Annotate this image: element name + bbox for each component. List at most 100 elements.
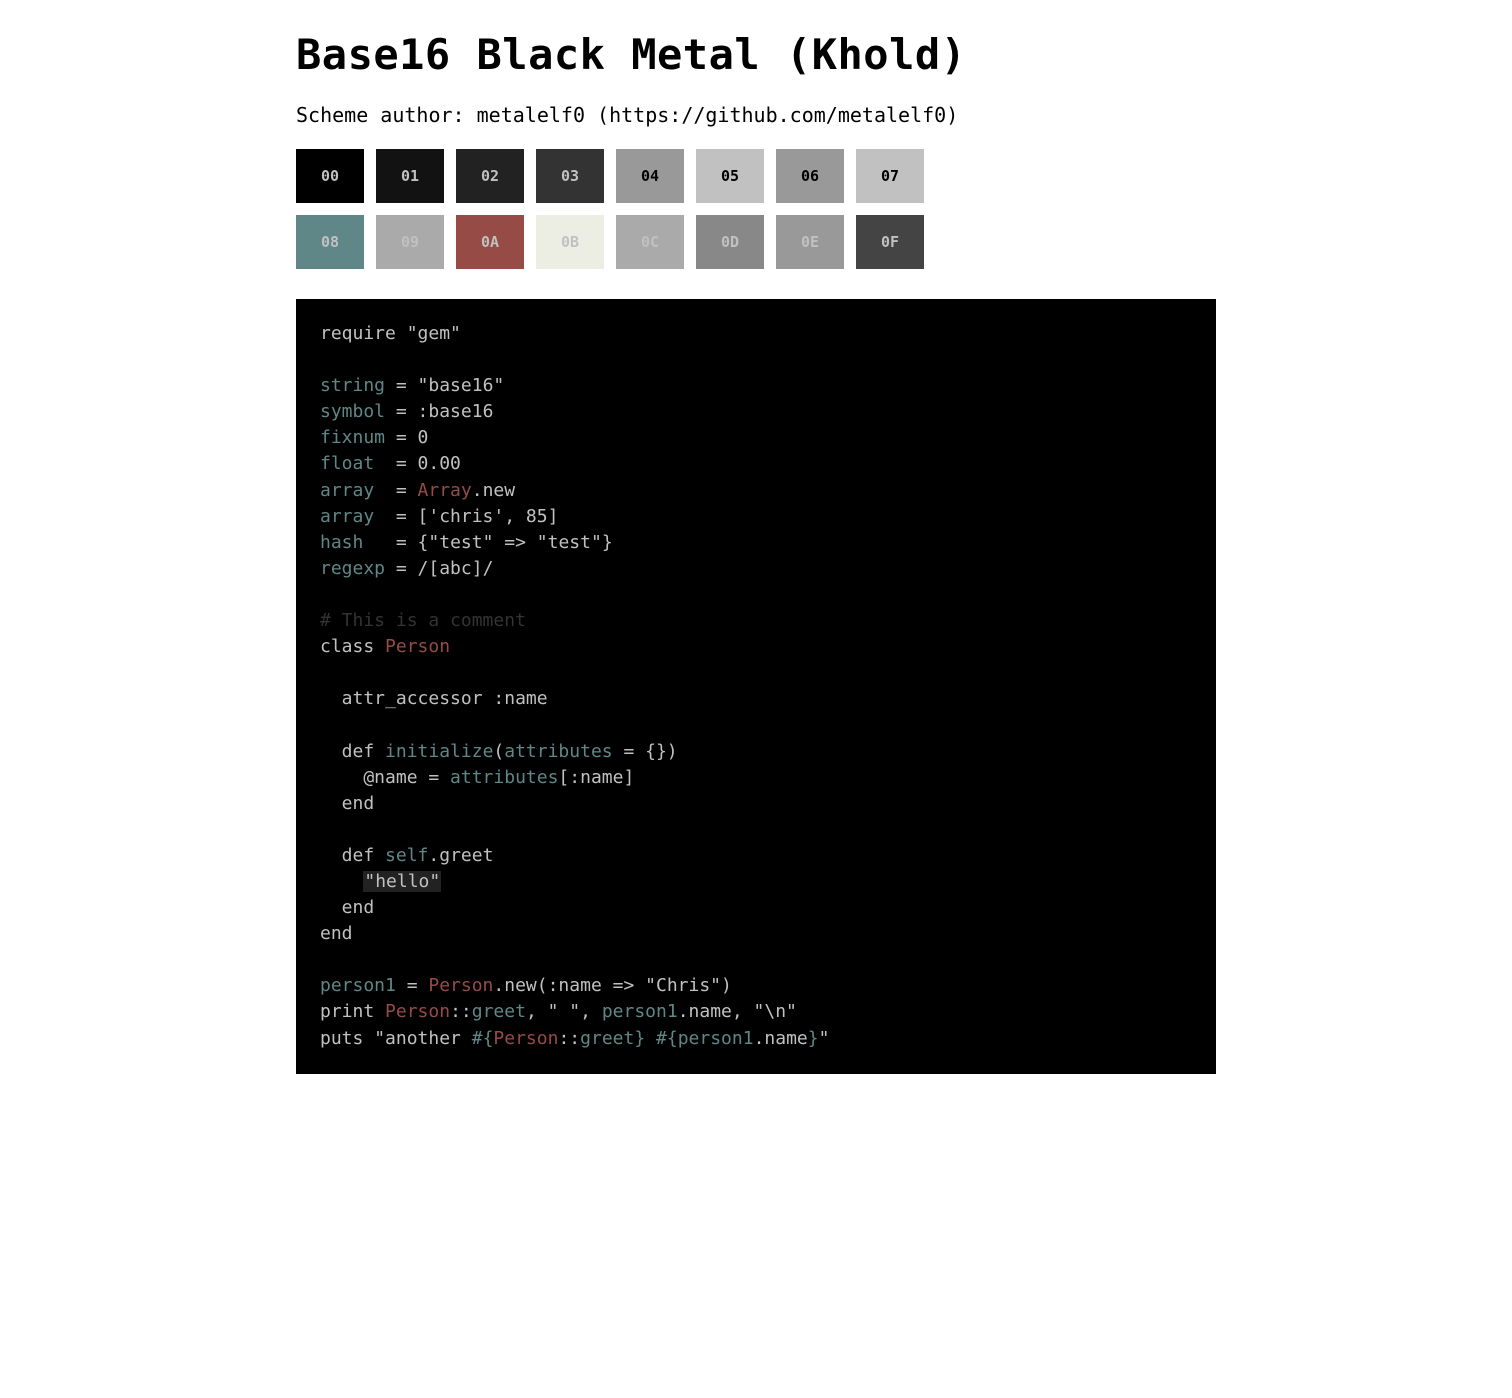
code-line: # This is a comment <box>320 608 1192 634</box>
code-token: Person <box>428 975 493 996</box>
code-token: attributes <box>450 767 558 788</box>
code-token: ] <box>548 506 559 527</box>
code-line <box>320 712 1192 738</box>
code-line: hash = {"test" => "test"} <box>320 530 1192 556</box>
swatch-0A: 0A <box>456 215 524 269</box>
code-token: initialize <box>385 741 493 762</box>
code-token: attr_accessor <box>320 688 493 709</box>
code-token: end <box>320 923 353 944</box>
code-token: fixnum <box>320 427 385 448</box>
code-token: string <box>320 375 385 396</box>
code-token: => <box>602 975 645 996</box>
code-line: @name = attributes[:name] <box>320 765 1192 791</box>
code-token: "gem" <box>407 323 461 344</box>
code-token <box>320 871 363 892</box>
code-token: = <box>385 558 418 579</box>
code-token: .name <box>754 1028 808 1049</box>
code-token: 85 <box>526 506 548 527</box>
swatch-0B: 0B <box>536 215 604 269</box>
code-line: end <box>320 921 1192 947</box>
code-line: class Person <box>320 634 1192 660</box>
code-token: :base16 <box>418 401 494 422</box>
code-token: = {}) <box>613 741 678 762</box>
code-token: require <box>320 323 407 344</box>
code-token: self <box>385 845 428 866</box>
code-token: end <box>320 897 374 918</box>
code-line: print Person::greet, " ", person1.name, … <box>320 999 1192 1025</box>
code-token: = <box>385 375 418 396</box>
swatch-01: 01 <box>376 149 444 203</box>
code-token: "test" <box>537 532 602 553</box>
code-token: Person <box>385 1001 450 1022</box>
code-token: /[abc]/ <box>418 558 494 579</box>
code-token: "Chris" <box>645 975 721 996</box>
code-token: [ <box>558 767 569 788</box>
code-token: Person <box>385 636 450 657</box>
code-token: # This is a comment <box>320 610 526 631</box>
code-token: " <box>819 1028 830 1049</box>
code-line: end <box>320 895 1192 921</box>
code-token: .greet <box>428 845 493 866</box>
code-token: .name, <box>678 1001 754 1022</box>
code-token: array <box>320 480 374 501</box>
scheme-author: Scheme author: metalelf0 (https://github… <box>296 103 1216 127</box>
code-line <box>320 660 1192 686</box>
code-token: puts <box>320 1028 374 1049</box>
code-line: def self.greet <box>320 843 1192 869</box>
code-token: #{ <box>656 1028 678 1049</box>
swatch-08: 08 <box>296 215 364 269</box>
code-line <box>320 947 1192 973</box>
code-token: array <box>320 506 374 527</box>
code-line: require "gem" <box>320 321 1192 347</box>
code-token: .new <box>472 480 515 501</box>
code-token: , <box>580 1001 602 1022</box>
swatch-04: 04 <box>616 149 684 203</box>
swatch-0E: 0E <box>776 215 844 269</box>
code-line: end <box>320 791 1192 817</box>
code-line: regexp = /[abc]/ <box>320 556 1192 582</box>
code-token: def <box>320 845 385 866</box>
code-line: puts "another #{Person::greet} #{person1… <box>320 1026 1192 1052</box>
code-token: = <box>385 401 418 422</box>
code-token: "hello" <box>363 871 441 892</box>
code-token: attributes <box>504 741 612 762</box>
code-token: #{ <box>472 1028 494 1049</box>
swatch-0F: 0F <box>856 215 924 269</box>
code-token: = [ <box>374 506 428 527</box>
code-token: ( <box>493 741 504 762</box>
swatch-0D: 0D <box>696 215 764 269</box>
code-token: "another <box>374 1028 472 1049</box>
code-token: person1 <box>602 1001 678 1022</box>
code-token: person1 <box>678 1028 754 1049</box>
code-line <box>320 817 1192 843</box>
code-token: = <box>374 480 417 501</box>
code-line <box>320 347 1192 373</box>
code-token: , <box>526 1001 548 1022</box>
code-token: :: <box>558 1028 580 1049</box>
code-token: = { <box>363 532 428 553</box>
code-token: ] <box>623 767 634 788</box>
code-token <box>645 1028 656 1049</box>
code-token: 'chris' <box>428 506 504 527</box>
code-token: greet <box>580 1028 634 1049</box>
swatch-06: 06 <box>776 149 844 203</box>
code-token: "base16" <box>418 375 505 396</box>
code-token: " " <box>548 1001 581 1022</box>
swatch-05: 05 <box>696 149 764 203</box>
swatch-grid: 000102030405060708090A0B0C0D0E0F <box>296 149 996 269</box>
code-token: } <box>808 1028 819 1049</box>
code-line: attr_accessor :name <box>320 686 1192 712</box>
code-token: 0 <box>418 427 429 448</box>
code-token: :: <box>450 1001 472 1022</box>
code-line: array = Array.new <box>320 478 1192 504</box>
code-token: .new( <box>493 975 547 996</box>
code-line <box>320 582 1192 608</box>
code-token: = <box>396 975 429 996</box>
code-token: Person <box>493 1028 558 1049</box>
code-token: } <box>602 532 613 553</box>
code-line: def initialize(attributes = {}) <box>320 739 1192 765</box>
code-line: array = ['chris', 85] <box>320 504 1192 530</box>
code-line: symbol = :base16 <box>320 399 1192 425</box>
code-token: float <box>320 453 374 474</box>
code-token: 0.00 <box>418 453 461 474</box>
